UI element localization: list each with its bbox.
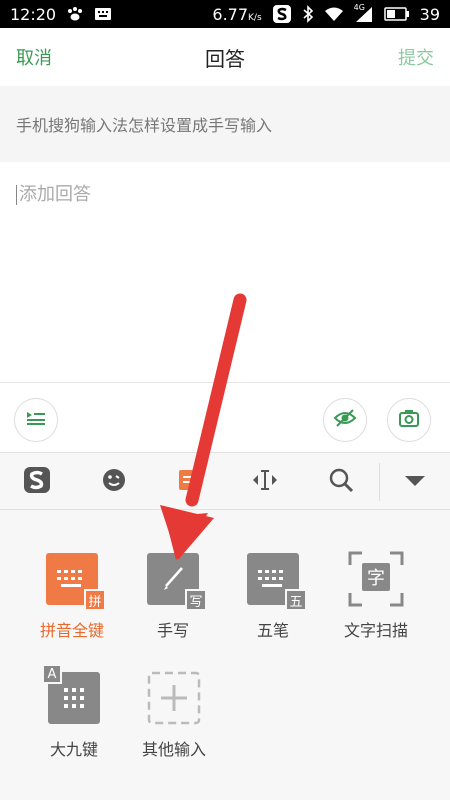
camera-icon [398, 409, 420, 431]
mode-label: 五笔 [256, 621, 289, 640]
nine-key-icon: A [42, 664, 100, 724]
mode-pinyin-full[interactable]: 拼 拼音全键 [29, 553, 115, 649]
search-icon [328, 467, 354, 497]
emoji-icon [101, 467, 127, 497]
keyboard-toolbar [0, 452, 450, 510]
pinyin-badge: 拼 [84, 589, 106, 611]
network-speed: 6.77K/s [212, 4, 262, 24]
mode-label: 拼音全键 [39, 621, 104, 640]
wubi-keyboard-icon: 五 [247, 553, 307, 611]
cursor-edit-button[interactable] [250, 467, 280, 497]
handwriting-pen-icon: 写 [147, 553, 207, 611]
sogou-logo-button[interactable] [22, 467, 52, 497]
page-title: 回答 [205, 46, 245, 71]
pinyin-keyboard-icon: 拼 [46, 553, 106, 611]
answer-toolbar [0, 382, 450, 452]
mode-text-scan[interactable]: 字 文字扫描 [333, 551, 419, 649]
mode-label: 手写 [156, 621, 189, 640]
mode-label: 文字扫描 [343, 621, 408, 640]
battery-level: 39 [419, 4, 440, 24]
outline-button[interactable] [14, 398, 58, 442]
input-mode-panel: 拼 拼音全键 写 手写 五 五笔 字 文字扫描 A 大九键 其他输入 [0, 510, 450, 800]
chevron-down-icon [404, 473, 426, 492]
status-bar: 12:20 6.77K/s 4G 39 [0, 0, 450, 28]
wifi-icon [324, 6, 344, 22]
answer-placeholder: 添加回答 [19, 184, 91, 205]
wubi-badge: 五 [285, 589, 307, 611]
toolbar-divider [379, 463, 380, 501]
handwriting-badge: 写 [185, 589, 207, 611]
mode-big-nine-key[interactable]: A 大九键 [31, 664, 117, 768]
sogou-status-icon [272, 4, 292, 24]
hide-keyboard-button[interactable] [400, 467, 430, 497]
nine-key-badge: A [42, 664, 62, 684]
camera-button[interactable] [387, 398, 431, 442]
question-text: 手机搜狗输入法怎样设置成手写输入 [0, 86, 450, 162]
search-button[interactable] [326, 467, 356, 497]
keyboard-mode-icon [177, 468, 201, 496]
add-input-icon [147, 671, 201, 725]
mode-other-input[interactable]: 其他输入 [131, 671, 217, 768]
input-mode-button[interactable] [174, 467, 204, 497]
keyboard-notification-icon [94, 7, 112, 21]
answer-input[interactable]: 添加回答 [0, 162, 450, 382]
mode-handwriting[interactable]: 写 手写 [130, 553, 216, 649]
text-caret [16, 185, 17, 205]
emoji-button[interactable] [99, 467, 129, 497]
cancel-button[interactable]: 取消 [16, 44, 52, 70]
status-time: 12:20 [10, 4, 57, 24]
battery-icon [383, 7, 410, 21]
header-bar: 取消 回答 提交 [0, 28, 450, 86]
signal-icon: 4G [354, 3, 374, 23]
scan-char: 字 [367, 568, 385, 589]
mode-label: 大九键 [49, 740, 98, 759]
submit-button[interactable]: 提交 [398, 44, 434, 70]
question-label: 手机搜狗输入法怎样设置成手写输入 [16, 116, 273, 135]
text-scan-icon: 字 [348, 551, 404, 607]
eye-off-icon [333, 408, 357, 432]
anonymous-toggle-button[interactable] [323, 398, 367, 442]
sogou-logo-icon [22, 465, 52, 499]
bluetooth-icon [302, 5, 314, 23]
mode-label: 其他输入 [141, 740, 206, 759]
mode-wubi[interactable]: 五 五笔 [230, 553, 316, 649]
paw-icon [66, 6, 84, 22]
cursor-move-icon [251, 467, 279, 497]
list-indent-icon [25, 409, 47, 431]
